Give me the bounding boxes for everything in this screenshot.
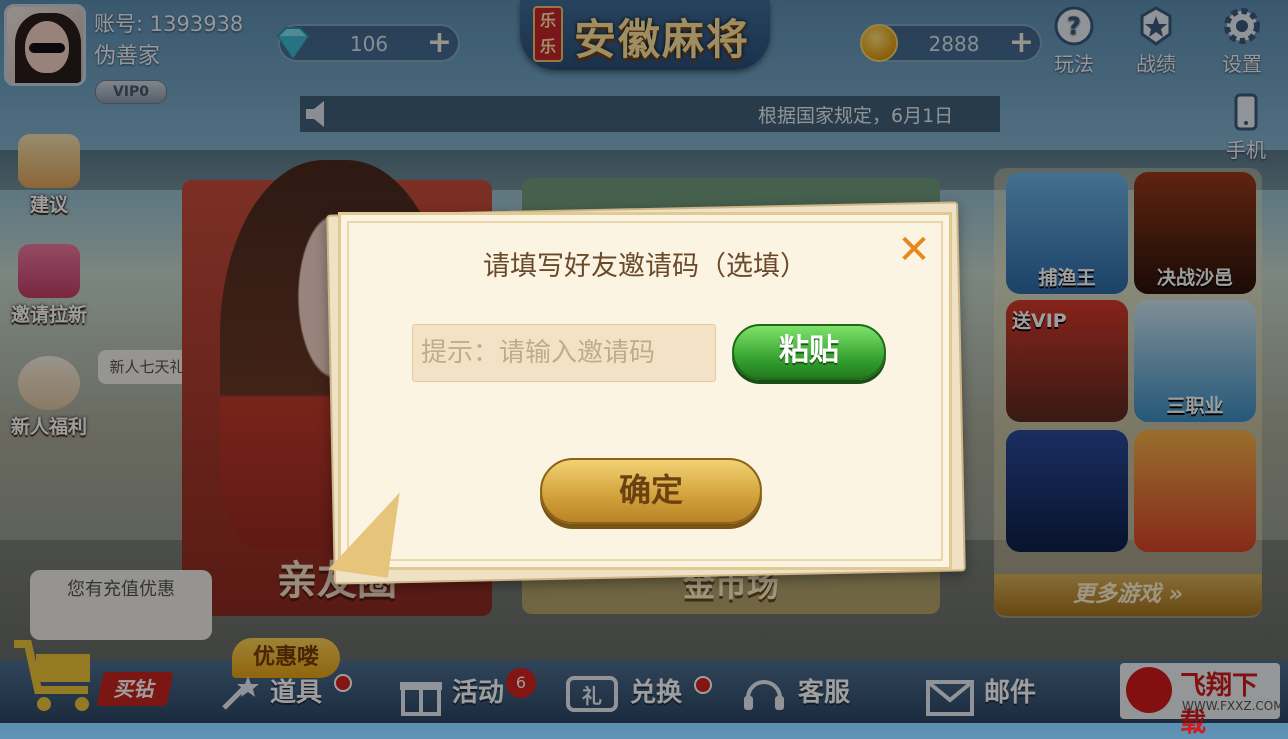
paste-button[interactable]: 粘贴 xyxy=(732,324,886,380)
dialog-corner-ornament xyxy=(328,484,400,578)
dialog-title: 请填写好友邀请码（选填） xyxy=(483,251,807,282)
confirm-button[interactable]: 确定 xyxy=(540,458,762,524)
close-icon[interactable]: ✕ xyxy=(896,230,932,270)
invite-code-input[interactable] xyxy=(412,324,716,382)
